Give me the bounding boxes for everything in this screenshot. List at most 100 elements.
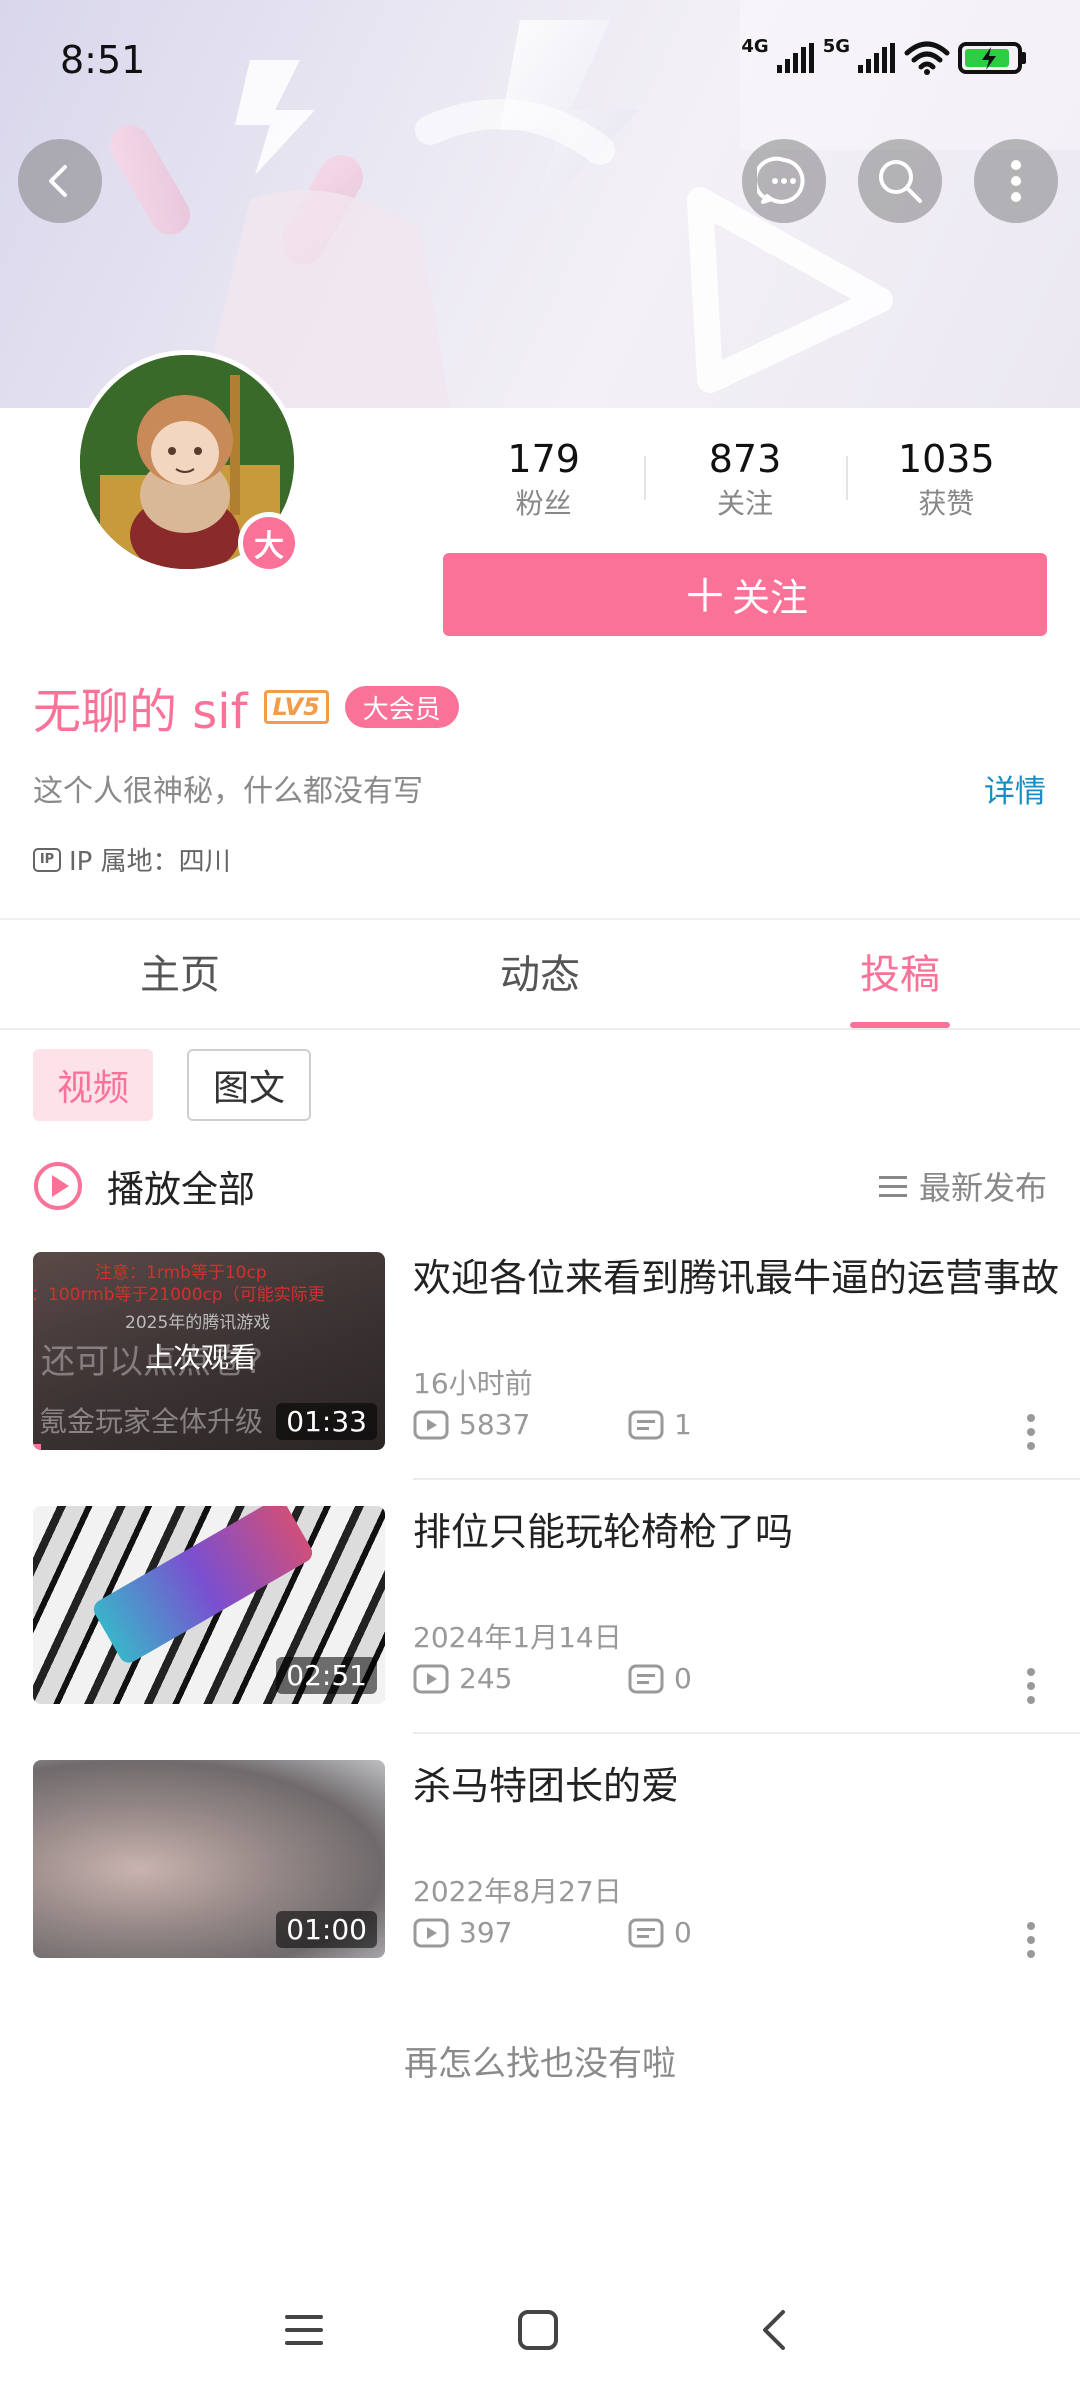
video-thumbnail[interactable]: 02:51 — [33, 1506, 385, 1704]
back-icon — [49, 165, 67, 197]
recent-apps-button[interactable] — [276, 2302, 332, 2358]
home-button[interactable] — [510, 2302, 566, 2358]
status-time: 8:51 — [60, 38, 146, 82]
list-icon — [878, 1176, 907, 1197]
detail-link[interactable]: 详情 — [984, 766, 1046, 811]
play-count-icon — [413, 1918, 449, 1947]
wifi-icon — [904, 41, 950, 75]
watch-progress — [33, 1444, 41, 1450]
more-vertical-icon[interactable] — [1026, 1920, 1036, 1960]
view-count: 397 — [413, 1916, 628, 1949]
video-duration: 01:00 — [276, 1911, 377, 1948]
vip-badge-label: 大 — [243, 517, 295, 569]
video-item[interactable]: 注意：1rmb等于10cp ：100rmb等于21000cp（可能实际更 202… — [33, 1252, 1080, 1506]
menu-icon — [285, 2315, 323, 2345]
back-icon — [763, 2310, 785, 2350]
video-date: 16小时前 — [413, 1367, 533, 1400]
thumb-caption: 2025年的腾讯游戏 — [125, 1313, 271, 1333]
username-row: 无聊的 sif LV5 大会员 — [33, 672, 459, 742]
stat-following[interactable]: 873 关注 — [644, 430, 845, 530]
battery-icon — [958, 42, 1026, 74]
thumb-caption: 氪金玩家全体升级 — [39, 1405, 264, 1438]
weapon-illustration — [90, 1506, 316, 1667]
playall-row: 播放全部 最新发布 — [33, 1158, 1047, 1214]
end-of-list-text: 再怎么找也没有啦 — [404, 2044, 676, 2084]
follow-button[interactable]: ＋ 关注 — [443, 553, 1047, 636]
play-circle-icon[interactable] — [33, 1161, 83, 1211]
plus-icon: ＋ — [681, 568, 728, 623]
last-watched-label: 上次观看 — [145, 1341, 258, 1374]
play-count-icon — [413, 1410, 449, 1439]
sort-label: 最新发布 — [918, 1169, 1047, 1207]
video-item[interactable]: 02:51 排位只能玩轮椅枪了吗 2024年1月14日 245 0 — [33, 1506, 1080, 1760]
play-all-button[interactable]: 播放全部 — [107, 1159, 255, 1213]
more-button[interactable] — [974, 139, 1058, 223]
comment-count: 1 — [628, 1408, 692, 1441]
ip-icon: IP — [33, 847, 61, 872]
divider — [413, 1478, 1080, 1480]
stat-label: 粉丝 — [515, 487, 572, 520]
video-duration: 01:33 — [276, 1403, 377, 1440]
level-badge: LV5 — [263, 690, 329, 724]
home-square-icon — [518, 2310, 558, 2350]
sort-button[interactable]: 最新发布 — [878, 1163, 1047, 1209]
back-button[interactable] — [18, 139, 102, 223]
view-count-value: 245 — [459, 1662, 513, 1695]
comment-icon — [628, 1410, 664, 1439]
stat-value: 1035 — [897, 437, 995, 481]
search-icon — [879, 160, 922, 203]
video-thumbnail[interactable]: 注意：1rmb等于10cp ：100rmb等于21000cp（可能实际更 202… — [33, 1252, 385, 1450]
ip-location-label: IP 属地：四川 — [69, 847, 231, 877]
status-bar: 8:51 4G 5G — [0, 0, 1080, 118]
divider — [413, 1732, 1080, 1734]
filter-video[interactable]: 视频 — [33, 1049, 154, 1121]
view-count-value: 5837 — [459, 1408, 531, 1441]
comment-icon — [628, 1918, 664, 1947]
username: 无聊的 sif — [33, 684, 248, 740]
video-meta: 245 0 — [413, 1662, 692, 1695]
view-count-value: 397 — [459, 1916, 513, 1949]
follow-button-label: 关注 — [731, 576, 808, 620]
profile-tabs: 主页 动态 投稿 — [0, 920, 1080, 1030]
bio: 这个人很神秘，什么都没有写 — [33, 774, 423, 809]
video-meta: 5837 1 — [413, 1408, 692, 1441]
network-label-5g: 5G — [822, 36, 850, 57]
vip-badge: 大 — [238, 512, 300, 574]
content-filters: 视频 图文 — [33, 1049, 312, 1121]
video-title[interactable]: 欢迎各位来看到腾讯最牛逼的运营事故 — [413, 1252, 1073, 1304]
stat-label: 获赞 — [918, 487, 975, 520]
stat-followers[interactable]: 179 粉丝 — [443, 430, 644, 530]
status-icons: 4G 5G — [741, 36, 1028, 78]
tab-dynamic[interactable]: 动态 — [360, 920, 720, 1028]
view-count: 5837 — [413, 1408, 628, 1441]
member-badge[interactable]: 大会员 — [344, 686, 459, 728]
profile-stats: 179 粉丝 873 关注 1035 获赞 — [443, 430, 1047, 530]
comment-count: 0 — [628, 1662, 692, 1695]
system-navigation-bar — [0, 2290, 1080, 2370]
network-label-4g: 4G — [741, 36, 769, 57]
comment-count: 0 — [628, 1916, 692, 1949]
comment-count-value: 0 — [674, 1662, 692, 1695]
tab-home[interactable]: 主页 — [0, 920, 360, 1028]
video-title[interactable]: 排位只能玩轮椅枪了吗 — [413, 1506, 1073, 1558]
video-thumbnail[interactable]: 01:00 — [33, 1760, 385, 1958]
system-back-button[interactable] — [746, 2302, 802, 2358]
tab-submissions[interactable]: 投稿 — [720, 920, 1080, 1028]
filter-article[interactable]: 图文 — [187, 1049, 312, 1121]
message-icon — [757, 156, 805, 204]
more-vertical-icon[interactable] — [1026, 1666, 1036, 1706]
video-date: 2022年8月27日 — [413, 1875, 622, 1908]
stat-value: 179 — [507, 437, 580, 481]
video-title[interactable]: 杀马特团长的爱 — [413, 1760, 1073, 1812]
ip-location: IP IP 属地：四川 — [33, 841, 231, 878]
stat-likes[interactable]: 1035 获赞 — [845, 430, 1047, 530]
video-item[interactable]: 01:00 杀马特团长的爱 2022年8月27日 397 0 — [33, 1760, 1080, 2014]
search-button[interactable] — [858, 139, 942, 223]
comment-count-value: 0 — [674, 1916, 692, 1949]
video-date: 2024年1月14日 — [413, 1621, 622, 1654]
play-count-icon — [413, 1664, 449, 1693]
comment-icon — [628, 1664, 664, 1693]
message-button[interactable] — [742, 139, 826, 223]
thumb-caption: ：100rmb等于21000cp（可能实际更 — [33, 1285, 325, 1305]
more-vertical-icon[interactable] — [1026, 1412, 1036, 1452]
